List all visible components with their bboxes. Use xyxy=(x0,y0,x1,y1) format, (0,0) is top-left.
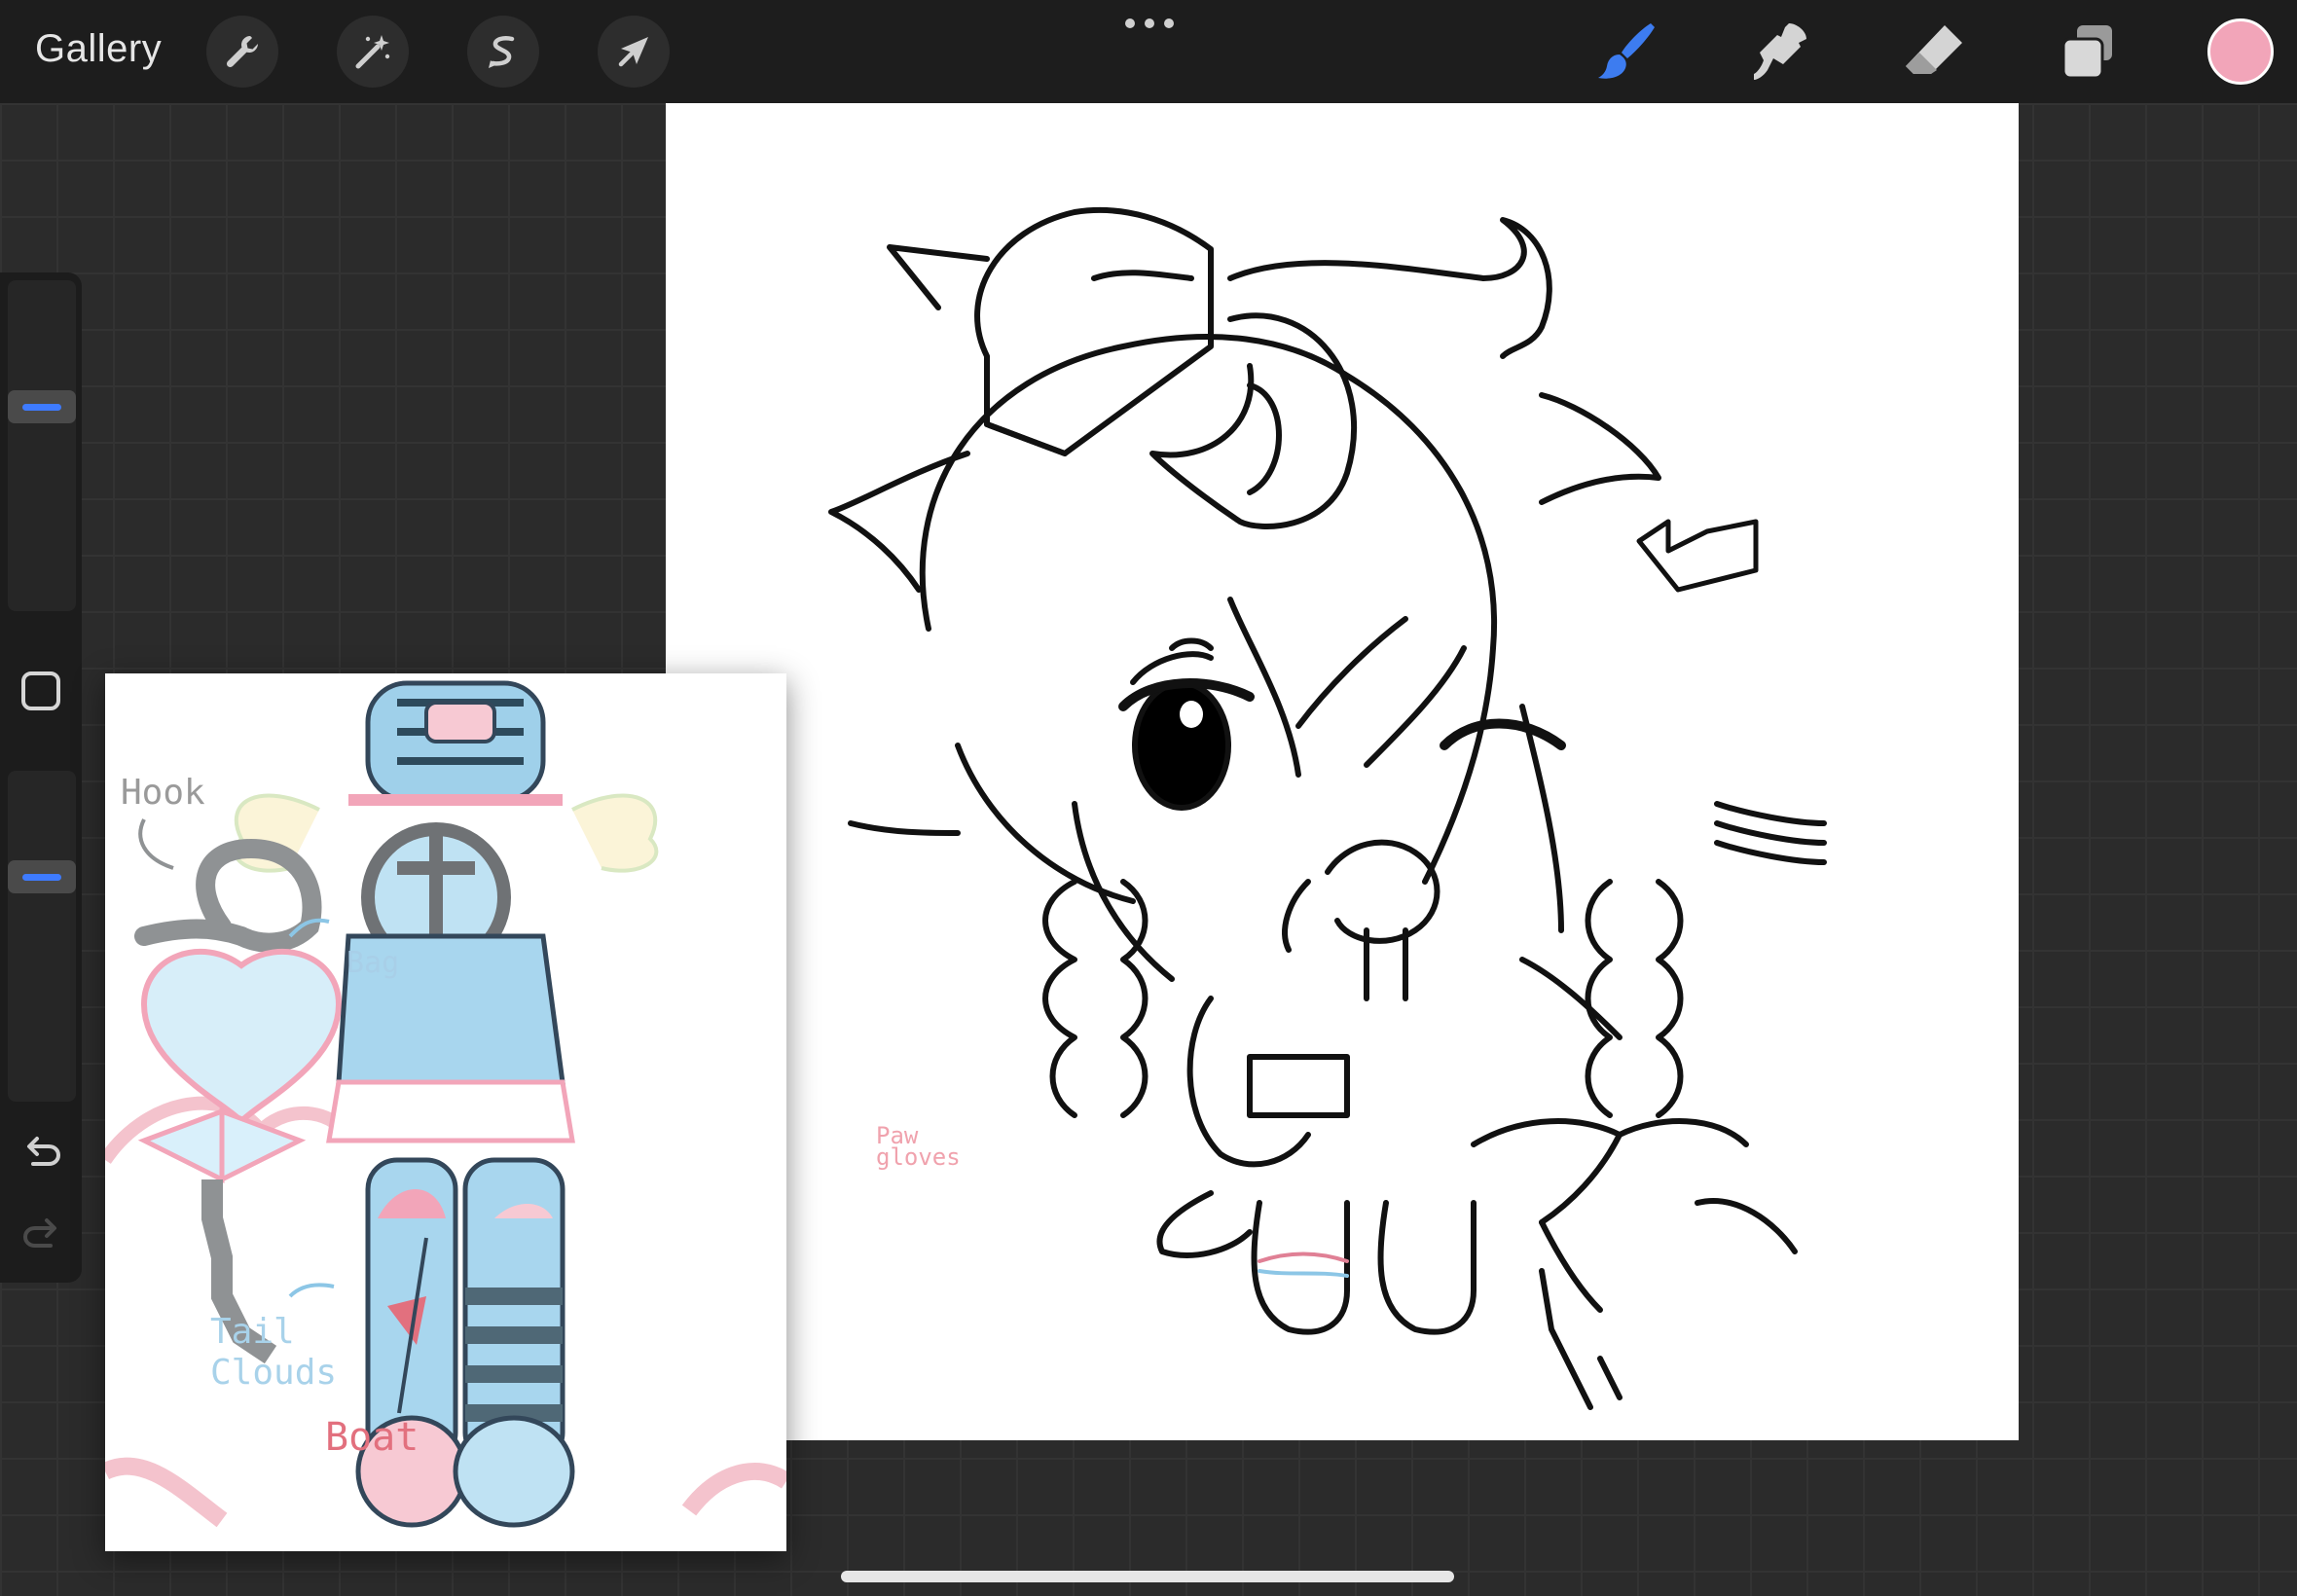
smudge-icon xyxy=(1754,23,1806,80)
brush-opacity-thumb[interactable] xyxy=(8,860,76,893)
more-options-icon[interactable] xyxy=(1125,16,1174,31)
redo-icon xyxy=(22,1218,56,1248)
top-toolbar: Gallery xyxy=(0,0,2297,103)
smudge-tool-button[interactable] xyxy=(1746,18,1814,86)
redo-button[interactable] xyxy=(19,1211,64,1255)
left-sidebar xyxy=(0,272,82,1283)
undo-icon xyxy=(27,1137,61,1166)
transform-button[interactable] xyxy=(598,16,670,88)
gallery-button[interactable]: Gallery xyxy=(35,27,162,71)
line-art-drawing xyxy=(828,206,1827,1410)
reference-label-tail-clouds: Tail Clouds xyxy=(210,1312,338,1393)
color-picker-button[interactable] xyxy=(2207,18,2274,85)
brush-size-thumb[interactable] xyxy=(8,390,76,423)
selection-icon xyxy=(489,36,515,68)
undo-button[interactable] xyxy=(19,1129,64,1174)
layers-icon xyxy=(2061,25,2112,80)
home-indicator[interactable] xyxy=(841,1571,1454,1582)
selection-button[interactable] xyxy=(467,16,539,88)
brush-tool-button[interactable] xyxy=(1592,18,1660,86)
brush-opacity-slider[interactable] xyxy=(8,771,76,1102)
wrench-icon xyxy=(226,36,258,68)
eraser-icon xyxy=(1906,25,1962,74)
reference-image xyxy=(105,673,786,1551)
reference-label-paw-gloves: Paw gloves xyxy=(876,1122,961,1171)
brush-icon xyxy=(1598,23,1655,79)
layers-button[interactable] xyxy=(2054,18,2122,86)
reference-label-hook: Hook xyxy=(121,773,205,813)
reference-label-bag: Bag xyxy=(346,946,400,980)
magic-wand-icon xyxy=(355,35,390,69)
drawing-canvas[interactable] xyxy=(666,103,2019,1440)
transform-arrow-icon xyxy=(618,37,648,67)
reference-image-window[interactable]: Hook Bag Tail Clouds Boat xyxy=(105,673,786,1551)
adjustments-button[interactable] xyxy=(337,16,409,88)
eraser-tool-button[interactable] xyxy=(1900,18,1968,86)
brush-size-slider[interactable] xyxy=(8,280,76,611)
actions-button[interactable] xyxy=(206,16,278,88)
reference-label-boat: Boat xyxy=(325,1415,419,1460)
modify-button[interactable] xyxy=(21,671,60,710)
